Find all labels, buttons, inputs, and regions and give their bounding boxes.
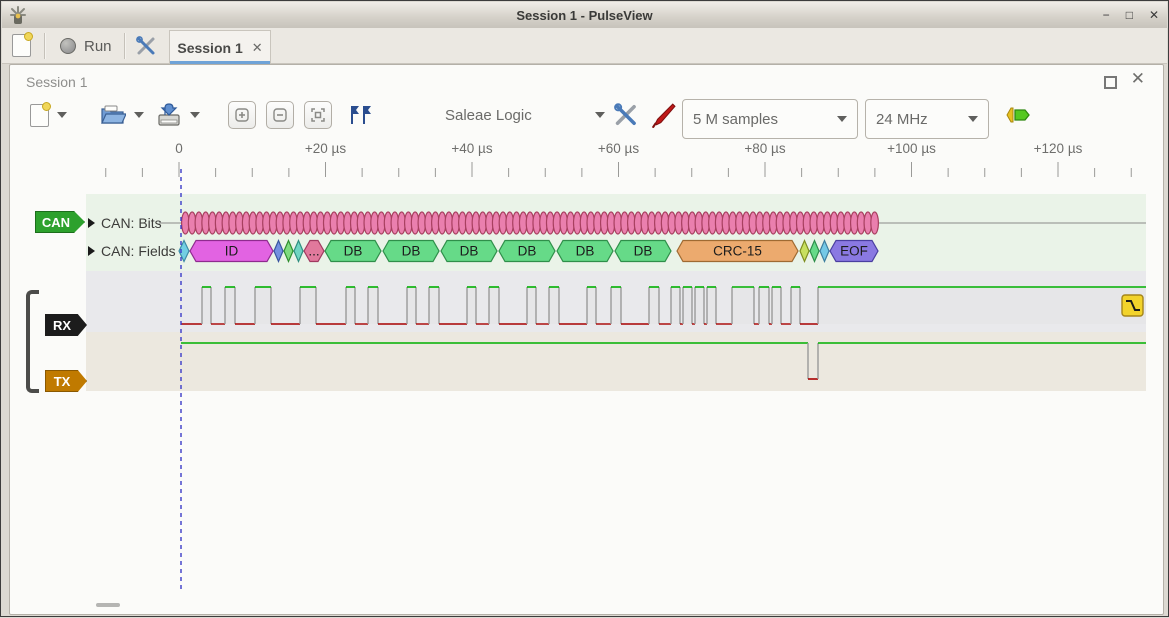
chevron-down-icon[interactable] [190, 112, 200, 118]
new-file-button[interactable] [30, 95, 67, 135]
open-folder-icon [100, 104, 126, 126]
run-button[interactable]: Run [54, 32, 118, 60]
sample-count-select[interactable]: 5 M samples [682, 99, 858, 139]
configure-device-icon[interactable] [614, 95, 640, 135]
toolbar-separator [124, 33, 125, 59]
channel-group-bracket[interactable] [26, 290, 39, 393]
zoom-out-icon [273, 108, 287, 122]
run-label: Run [84, 38, 112, 55]
chevron-down-icon[interactable] [57, 112, 67, 118]
pulseview-logo-icon [8, 5, 28, 25]
new-file-icon [30, 104, 49, 127]
new-session-icon [12, 34, 31, 57]
channels-probe-icon[interactable] [650, 95, 676, 135]
save-icon [156, 103, 182, 127]
session-dock: Session 1 ✕ [9, 64, 1164, 615]
add-decoder-icon[interactable] [1003, 95, 1033, 135]
show-cursors-button[interactable] [348, 95, 374, 135]
cursor-flags-icon [348, 104, 374, 126]
settings-icon[interactable] [136, 36, 158, 56]
tab-session-1[interactable]: Session 1 ✕ [169, 30, 271, 64]
open-file-button[interactable] [100, 95, 144, 135]
device-select[interactable]: Saleae Logic [445, 95, 605, 135]
expand-arrow-icon[interactable] [88, 218, 95, 228]
sample-rate-value: 24 MHz [876, 111, 928, 128]
zoom-out-button[interactable] [266, 95, 294, 135]
tab-label: Session 1 [177, 40, 242, 56]
sample-rate-select[interactable]: 24 MHz [865, 99, 989, 139]
maximize-button[interactable]: □ [1126, 9, 1133, 21]
toolbar-separator [44, 33, 45, 59]
expand-arrow-icon[interactable] [88, 246, 95, 256]
zoom-in-icon [235, 108, 249, 122]
session-toolbar: Saleae Logic 5 M samples 24 MHz [10, 95, 1163, 139]
new-session-button[interactable] [12, 34, 34, 58]
main-toolbar: Run Session 1 ✕ [2, 28, 1167, 64]
row-label-can-fields: CAN: Fields [101, 243, 176, 259]
device-label: Saleae Logic [445, 107, 532, 124]
zoom-fit-button[interactable] [304, 95, 332, 135]
channel-tag-label: RX [53, 318, 71, 333]
channel-tag-label: TX [54, 374, 71, 389]
dock-close-icon[interactable]: ✕ [1131, 69, 1145, 89]
dock-float-icon[interactable] [1104, 76, 1117, 89]
tab-close-icon[interactable]: ✕ [252, 40, 263, 56]
chevron-down-icon [595, 112, 605, 118]
window-title: Session 1 - PulseView [2, 8, 1167, 23]
minimize-button[interactable]: − [1103, 9, 1110, 21]
title-bar: Session 1 - PulseView − □ ✕ [2, 2, 1167, 29]
close-button[interactable]: ✕ [1149, 9, 1159, 21]
dock-title: Session 1 [26, 74, 87, 90]
chevron-down-icon [968, 116, 978, 122]
window-controls: − □ ✕ [1103, 2, 1159, 28]
row-label-can-bits: CAN: Bits [101, 215, 162, 231]
decoder-tag-label: CAN [42, 215, 70, 230]
zoom-in-button[interactable] [228, 95, 256, 135]
horizontal-scrollbar[interactable] [96, 603, 120, 607]
save-button[interactable] [156, 95, 200, 135]
chevron-down-icon [837, 116, 847, 122]
chevron-down-icon[interactable] [134, 112, 144, 118]
sample-count-value: 5 M samples [693, 111, 778, 128]
pulseview-window: { "titlebar": { "title": "Session 1 - Pu… [0, 0, 1169, 617]
zoom-fit-icon [311, 108, 325, 122]
run-state-icon [60, 38, 76, 54]
